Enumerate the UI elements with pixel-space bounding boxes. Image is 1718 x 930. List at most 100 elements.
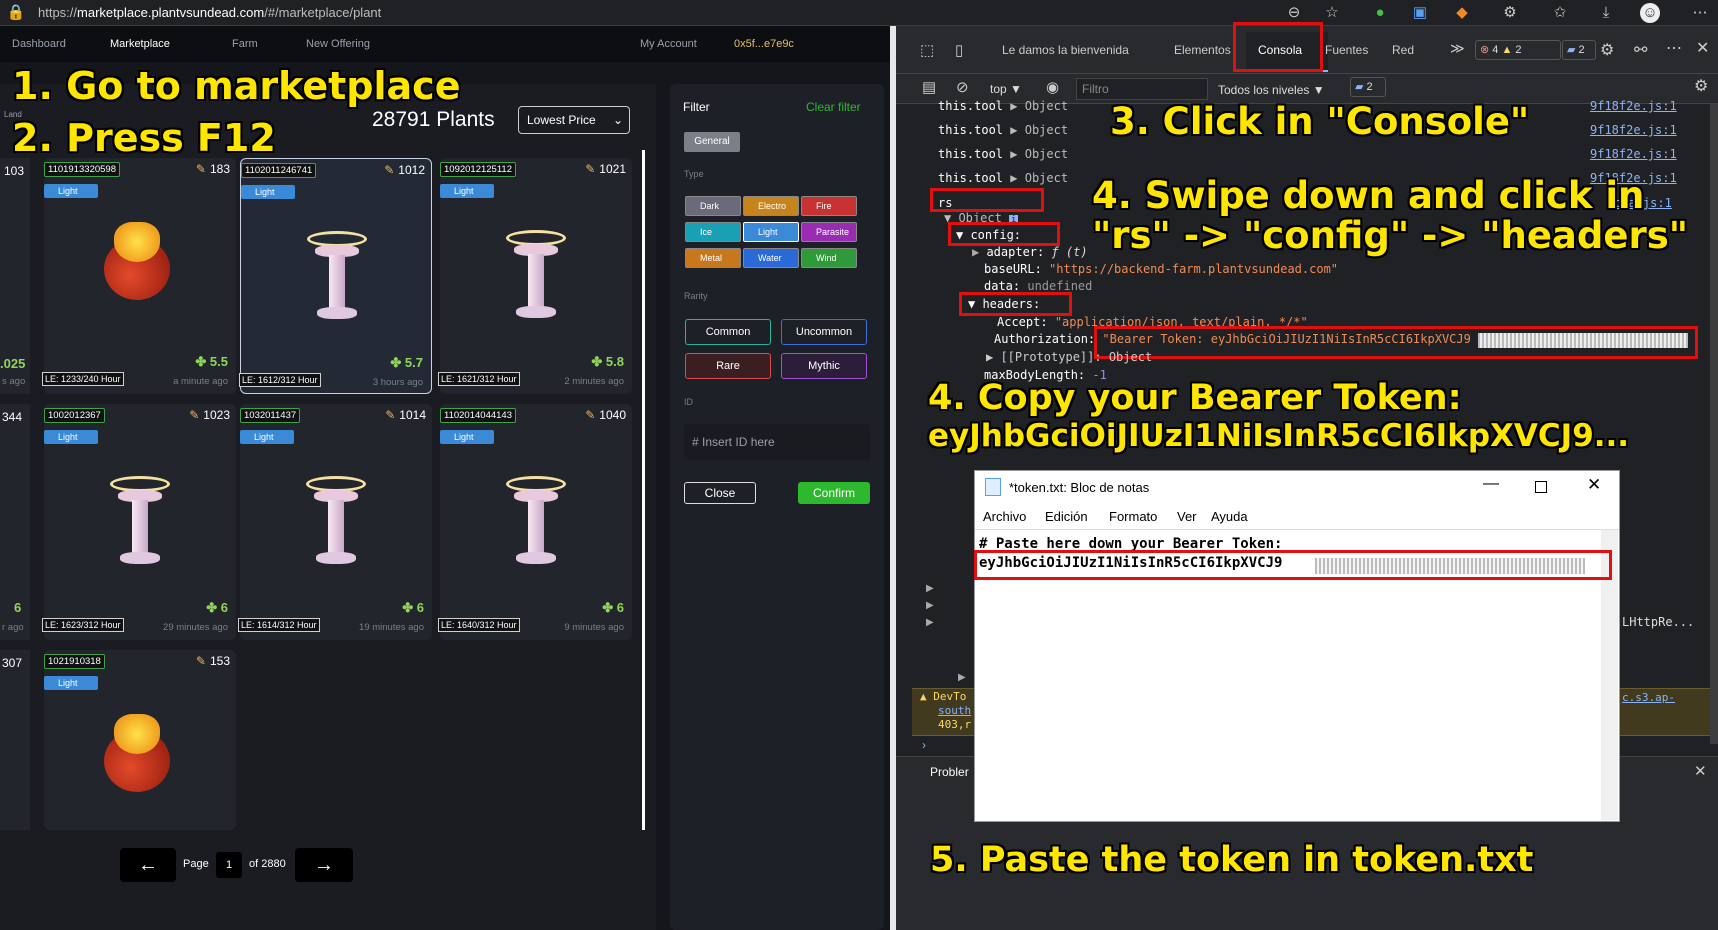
extension-icon[interactable]: ● — [1370, 3, 1390, 23]
menu-ver[interactable]: Ver — [1177, 509, 1197, 524]
log-object[interactable]: ▶ Object — [1010, 99, 1068, 113]
log-object[interactable]: ▶ Object — [1010, 123, 1068, 137]
type-fire-button[interactable]: Fire — [801, 196, 857, 216]
close-button[interactable]: Close — [684, 482, 756, 504]
download-icon[interactable]: ⤓ — [1596, 3, 1616, 23]
type-parasite-button[interactable]: Parasite — [801, 222, 857, 242]
plant-card[interactable]: 1102011246741 ✎ 1012 Light LE: 1612/312 Hour… — [239, 158, 432, 394]
plant-card[interactable]: 1002012367 ✎ 1023 Light LE: 1623/312 Hour ✤ 6… — [42, 404, 236, 640]
device-icon[interactable]: ▯ — [955, 41, 963, 59]
close-devtools-icon[interactable]: ✕ — [1696, 38, 1709, 58]
extensions-icon[interactable]: ⚙ — [1500, 3, 1520, 23]
sort-select[interactable]: Lowest Price ⌄ — [518, 106, 630, 134]
prev-page-button[interactable]: ← — [120, 848, 176, 882]
nav-my-account[interactable]: My Account — [640, 38, 697, 50]
notepad-icon — [985, 478, 1001, 496]
console-prompt-icon[interactable]: › — [922, 738, 926, 752]
address-bar[interactable]: https://marketplace.plantvsundead.com/#/… — [38, 5, 381, 20]
type-water-button[interactable]: Water — [743, 248, 799, 268]
type-electro-button[interactable]: Electro — [743, 196, 799, 216]
menu-ayuda[interactable]: Ayuda — [1211, 509, 1248, 524]
nav-farm[interactable]: Farm — [232, 38, 258, 50]
close-icon[interactable]: ✕ — [1587, 475, 1601, 495]
type-ice-button[interactable]: Ice — [685, 222, 741, 242]
rarity-rare-button[interactable]: Rare — [685, 353, 771, 379]
metamask-icon[interactable]: ◆ — [1452, 3, 1472, 23]
inspect-icon[interactable]: ⬚ — [920, 41, 934, 59]
issue-counter[interactable]: ⊗ 4 ▲ 2 — [1475, 40, 1561, 60]
type-light-button[interactable]: Light — [743, 222, 799, 242]
tab-general[interactable]: General — [684, 132, 740, 152]
nav-dashboard[interactable]: Dashboard — [12, 38, 66, 50]
source-link[interactable]: 9f18f2e.js:1 — [1590, 99, 1677, 113]
profile-icon[interactable]: ☺ — [1640, 3, 1660, 23]
clear-console-icon[interactable]: ⊘ — [956, 78, 969, 96]
levels-select[interactable]: Todos los niveles ▼ — [1218, 83, 1325, 97]
menu-archivo[interactable]: Archivo — [983, 509, 1026, 524]
log-object[interactable]: ▶ Object — [1010, 171, 1068, 185]
clear-filter-link[interactable]: Clear filter — [806, 100, 861, 114]
adapter-line[interactable]: ▶ adapter: ƒ (t) — [972, 245, 1088, 259]
log-object[interactable]: ▶ Object — [1010, 147, 1068, 161]
rarity-uncommon-button[interactable]: Uncommon — [781, 319, 867, 345]
maximize-icon[interactable] — [1535, 481, 1547, 493]
more-icon[interactable]: ⋯ — [1690, 3, 1710, 23]
plant-card[interactable]: 1101913320598 ✎ 183 Light LE: 1233/240 Hour ✤… — [42, 158, 236, 394]
source-link[interactable]: 9f18f2e.js:1 — [1590, 123, 1677, 137]
settings-icon[interactable]: ⚙ — [1600, 40, 1614, 60]
nav-new-offering[interactable]: New Offering — [306, 38, 370, 50]
close-drawer-icon[interactable]: ✕ — [1694, 762, 1707, 780]
levels-message-badge[interactable]: ▰ 2 — [1350, 77, 1386, 97]
eye-icon[interactable]: ◉ — [1046, 78, 1059, 96]
wallet-address[interactable]: 0x5f...e7e9c — [734, 38, 794, 50]
tab-sources[interactable]: Fuentes — [1325, 43, 1368, 57]
collapsed-rows[interactable]: ▶ ▶ ▶ — [926, 580, 934, 631]
tab-welcome[interactable]: Le damos la bienvenida — [1002, 43, 1129, 57]
tab-network[interactable]: Red — [1392, 43, 1414, 57]
partial-card[interactable] — [0, 650, 30, 830]
rarity-mythic-button[interactable]: Mythic — [781, 353, 867, 379]
customize-icon[interactable]: ⚯ — [1634, 40, 1647, 60]
more-tabs-icon[interactable]: ≫ — [1450, 40, 1465, 57]
confirm-button[interactable]: Confirm — [798, 482, 870, 504]
plant-card[interactable]: 1102014044143 ✎ 1040 Light LE: 1640/312 Hour… — [438, 404, 632, 640]
sidebar-toggle-icon[interactable]: ▤ — [922, 78, 936, 96]
prototype-line[interactable]: ▶ [[Prototype]]: Object — [986, 350, 1152, 364]
id-search-input[interactable]: # Insert ID here — [684, 424, 870, 460]
type-wind-button[interactable]: Wind — [801, 248, 857, 268]
lock-icon[interactable]: 🔒 — [6, 3, 26, 23]
rarity-common-button[interactable]: Common — [685, 319, 771, 345]
nav-marketplace[interactable]: Marketplace — [110, 38, 170, 50]
warning-text-2[interactable]: south — [938, 704, 971, 717]
page-input[interactable]: 1 — [216, 852, 242, 878]
translate-icon[interactable]: ▣ — [1410, 3, 1430, 23]
context-select[interactable]: top ▼ — [990, 82, 1022, 96]
favorites-icon[interactable]: ✩ — [1550, 3, 1570, 23]
type-metal-button[interactable]: Metal — [685, 248, 741, 268]
pencil-icon: ✎ — [189, 408, 200, 422]
scrollbar[interactable] — [642, 150, 645, 830]
zoom-icon[interactable]: ⊖ — [1284, 3, 1304, 23]
triangle-right-icon[interactable]: ▶ — [958, 672, 966, 683]
favorite-icon[interactable]: ☆ — [1322, 3, 1342, 23]
minimize-icon[interactable]: — — [1483, 475, 1499, 493]
source-link[interactable]: 9f18f2e.js:1 — [1590, 147, 1677, 161]
menu-edicion[interactable]: Edición — [1045, 509, 1088, 524]
message-counter[interactable]: ▰ 2 — [1562, 40, 1596, 60]
console-settings-icon[interactable]: ⚙ — [1694, 76, 1708, 96]
plant-card[interactable]: 1021910318 ✎ 153 Light — [44, 650, 236, 830]
partial-level: 307 — [2, 656, 23, 670]
console-scrollbar[interactable] — [1710, 104, 1718, 744]
tab-elements[interactable]: Elementos — [1174, 43, 1231, 57]
console-filter-input[interactable]: Filtro — [1076, 78, 1208, 100]
warning-link[interactable]: c.s3.ap- — [1622, 691, 1675, 704]
type-dark-button[interactable]: Dark — [685, 196, 741, 216]
plant-card[interactable]: 1032011437 ✎ 1014 Light LE: 1614/312 Hour ✤ 6… — [238, 404, 432, 640]
menu-formato[interactable]: Formato — [1109, 509, 1157, 524]
levels-value: Todos los niveles — [1218, 83, 1310, 97]
plant-card[interactable]: 1092012125112 ✎ 1021 Light LE: 1621/312 Hour… — [438, 158, 632, 394]
kebab-menu-icon[interactable]: ⋯ — [1666, 38, 1682, 58]
next-page-button[interactable]: → — [295, 848, 353, 882]
element-label: Light — [58, 432, 78, 442]
tab-problems[interactable]: Probler — [930, 765, 969, 779]
